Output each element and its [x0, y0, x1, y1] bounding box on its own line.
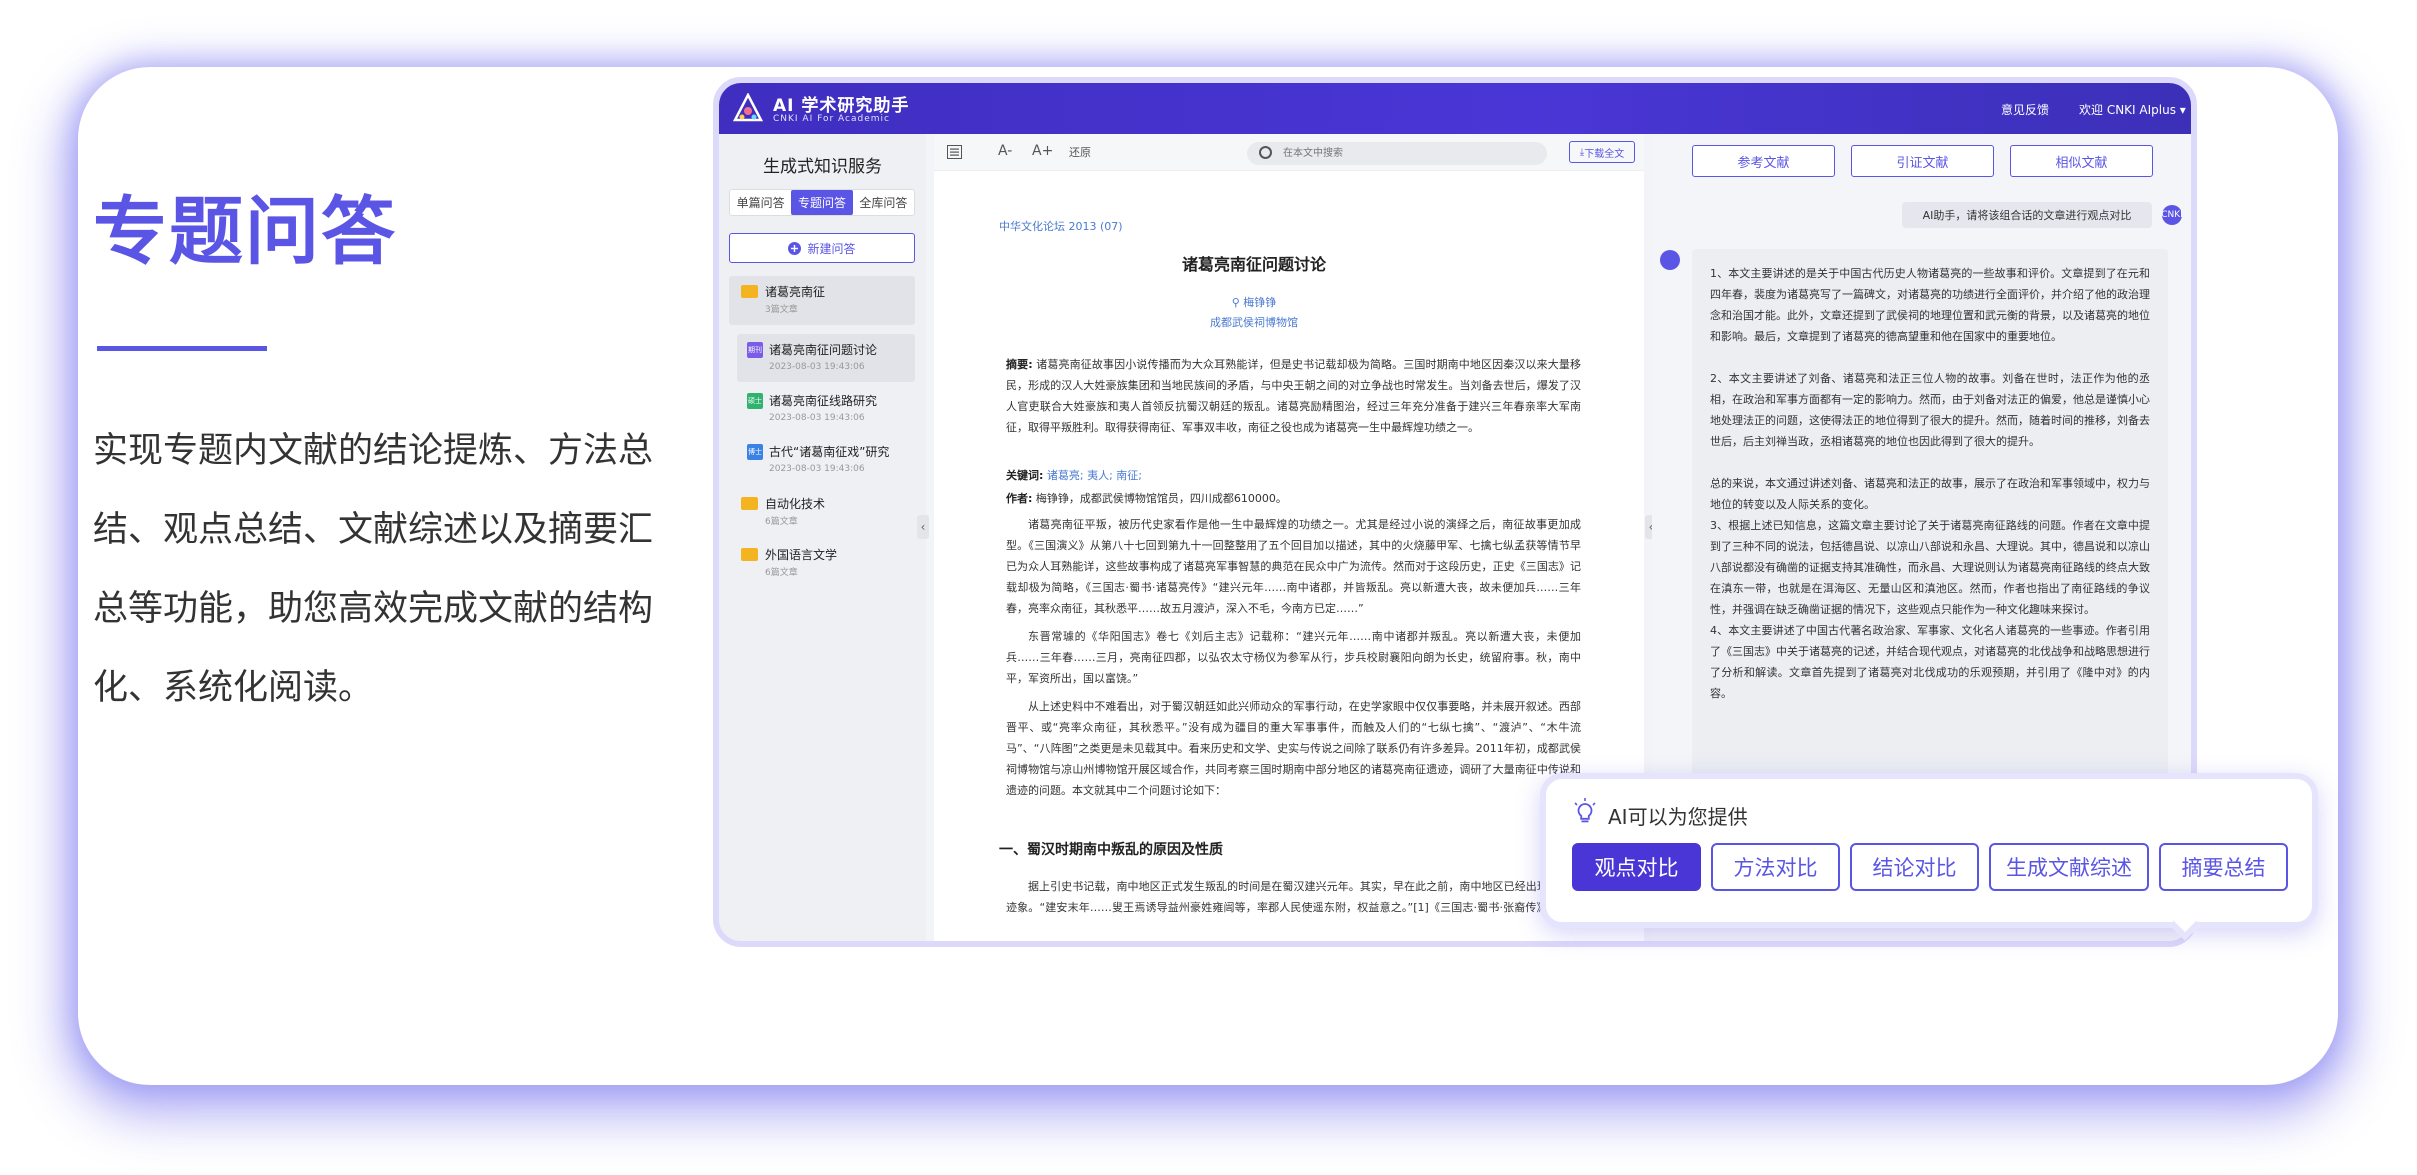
user-message: AI助手，请将该组合话的文章进行观点对比 [1902, 202, 2152, 228]
search-icon [1259, 146, 1272, 159]
new-qa-button[interactable]: 新建问答 [729, 233, 915, 263]
font-decrease-button[interactable]: A- [998, 143, 1012, 159]
feature-title: 专题问答 [93, 189, 397, 275]
body-paragraph: 从上述史料中不难看出，对于蜀汉朝廷如此兴师动众的军事行动，在史学家眼中仅仅事要略… [1006, 700, 1581, 797]
list-icon[interactable] [947, 145, 962, 159]
abstract: 摘要: 诸葛亮南征故事因小说传播而为大众耳熟能详，但是史书记载却极为简略。三国时… [1006, 354, 1581, 459]
folder-icon [741, 497, 758, 510]
body-paragraph: 东晋常璩的《华阳国志》卷七《刘后主志》记载称：“建兴元年……南中诸郡并叛乱。亮以… [1006, 630, 1581, 685]
feedback-link[interactable]: 意见反馈 [2001, 101, 2049, 118]
feature-description: 实现专题内文献的结论提炼、方法总结、观点总结、文献综述以及摘要汇总等功能，助您高… [93, 431, 654, 708]
lightbulb-icon [1574, 798, 1596, 823]
body-paragraph: 诸葛亮南征平叛，被历代史家看作是他一生中最辉煌的功绩之一。尤其是经过小说的演绎之… [1006, 518, 1581, 615]
keywords: 关键词: 诸葛亮; 夷人; 南征; [1006, 465, 1581, 486]
answer-paragraph: 4、本文主要讲述了中国古代著名政治家、军事家、文化名人诸葛亮的一些事迹。作者引用… [1710, 624, 2150, 700]
answer-paragraph: 3、根据上述已知信息，这篇文章主要讨论了关于诸葛亮南征路线的问题。作者在文章中提… [1710, 519, 2150, 616]
document-item[interactable]: 硕士 诸葛亮南征线路研究 2023-08-03 19:43:06 [737, 385, 915, 433]
document-name: 诸葛亮南征问题讨论 [769, 343, 878, 357]
new-qa-label: 新建问答 [807, 241, 856, 256]
tab-single-qa[interactable]: 单篇问答 [730, 190, 791, 215]
journal-icon: 期刊 [747, 342, 763, 358]
answer-paragraph: 2、本文主要讲述了刘备、诸葛亮和法正三位人物的故事。刘备在世时，法正作为他的丞相… [1710, 372, 2150, 448]
document-title: 诸葛亮南征问题讨论 [1181, 255, 1326, 274]
folder-item[interactable]: 外国语言文学 6篇文章 [729, 539, 915, 588]
conclusion-compare-button[interactable]: 结论对比 [1850, 843, 1979, 891]
download-button[interactable]: ⤓ 下载全文 [1569, 141, 1635, 163]
font-increase-button[interactable]: A+ [1032, 143, 1053, 159]
folder-icon [741, 285, 758, 298]
document-time: 2023-08-03 19:43:06 [769, 464, 865, 474]
collapse-sidebar-button[interactable]: ‹ [917, 515, 929, 539]
section-heading: 一、蜀汉时期南中叛乱的原因及性质 [999, 842, 1223, 858]
author-info-text: 梅铮铮，成都武侯博物馆馆员，四川成都610000。 [1035, 492, 1287, 505]
document-time: 2023-08-03 19:43:06 [769, 362, 865, 372]
document-institution[interactable]: 成都武侯祠博物馆 [934, 314, 1574, 330]
literature-review-button[interactable]: 生成文献综述 [1989, 843, 2149, 891]
author-name: 梅铮铮 [1243, 296, 1277, 309]
reader-toolbar: A- A+ 还原 ⤓ 下载全文 [934, 134, 1644, 171]
document-search-input[interactable] [1283, 145, 1533, 162]
abstract-text: 诸葛亮南征故事因小说传播而为大众耳熟能详，但是史书记载却极为简略。三国时期南中地… [1006, 358, 1581, 434]
download-label: 下载全文 [1584, 148, 1625, 160]
folder-count: 3篇文章 [765, 305, 798, 315]
tab-library-qa[interactable]: 全库问答 [853, 190, 914, 215]
author-info: 作者: 梅铮铮，成都武侯博物馆馆员，四川成都610000。 [1006, 488, 1581, 509]
keywords-label: 关键词: [1006, 469, 1044, 482]
document-time: 2023-08-03 19:43:06 [769, 413, 865, 423]
keywords-text[interactable]: 诸葛亮; 夷人; 南征; [1047, 469, 1142, 482]
ai-avatar [1660, 250, 1680, 270]
opinion-compare-button[interactable]: 观点对比 [1572, 843, 1701, 891]
document-item[interactable]: 期刊 诸葛亮南征问题讨论 2023-08-03 19:43:06 [737, 334, 915, 382]
document-name: 诸葛亮南征线路研究 [769, 394, 878, 408]
folder-name: 自动化技术 [765, 497, 826, 511]
citations-button[interactable]: 引证文献 [1851, 145, 1994, 177]
references-button[interactable]: 参考文献 [1692, 145, 1835, 177]
plus-circle-icon [788, 241, 802, 255]
dissertation-icon: 博士 [747, 444, 763, 460]
title-underline [97, 346, 267, 351]
chevron-left-icon: ‹ [920, 520, 926, 534]
user-avatar: CNKI [2161, 205, 2183, 225]
popup-title: AI可以为您提供 [1608, 805, 1748, 829]
document-name: 古代“诸葛南征戏”研究 [769, 445, 890, 459]
folder-count: 6篇文章 [765, 517, 798, 527]
document-source[interactable]: 中华文化论坛 2013 (07) [999, 218, 1123, 234]
restore-button[interactable]: 还原 [1069, 144, 1091, 160]
author-info-label: 作者: [1006, 492, 1033, 505]
top-bar: AI 学术研究助手 CNKI AI For Academic 意见反馈 欢迎 C… [719, 83, 2191, 134]
thesis-icon: 硕士 [747, 393, 763, 409]
brand-subtitle: CNKI AI For Academic [773, 114, 890, 124]
body-paragraph: 据上引史书记载，南中地区正式发生叛乱的时间是在蜀汉建兴元年。其实，早在此之前，南… [1006, 880, 1581, 914]
abstract-summary-button[interactable]: 摘要总结 [2159, 843, 2288, 891]
document-author[interactable]: ⚲ 梅铮铮 [934, 294, 1574, 310]
document-reader: A- A+ 还原 ⤓ 下载全文 中华文化论坛 2013 (07) 诸葛亮南征问题… [934, 134, 1856, 941]
sidebar-title: 生成式知识服务 [763, 157, 882, 177]
folder-name: 诸葛亮南征 [765, 285, 826, 299]
method-compare-button[interactable]: 方法对比 [1711, 843, 1840, 891]
answer-paragraph: 总的来说，本文通过讲述刘备、诸葛亮和法正的故事，展示了在政治和军事领域中，权力与… [1710, 477, 2150, 511]
user-menu[interactable]: 欢迎 CNKI AIplus ▾ [2079, 101, 2186, 118]
answer-paragraph: 1、本文主要讲述的是关于中国古代历史人物诸葛亮的一些故事和评价。文章提到了在元和… [1710, 267, 2150, 343]
folder-item[interactable]: 自动化技术 6篇文章 [729, 488, 915, 537]
logo-icon [733, 93, 763, 122]
ai-answer: 1、本文主要讲述的是关于中国古代历史人物诸葛亮的一些故事和评价。文章提到了在元和… [1692, 249, 2168, 824]
folder-count: 6篇文章 [765, 568, 798, 578]
document-search [1247, 142, 1547, 165]
author-icon: ⚲ [1231, 296, 1244, 309]
ai-suggestions-popup: AI可以为您提供 观点对比 方法对比 结论对比 生成文献综述 摘要总结 [1540, 773, 2318, 941]
folder-icon [741, 548, 758, 561]
document-item[interactable]: 博士 古代“诸葛南征戏”研究 2023-08-03 19:43:06 [737, 436, 915, 484]
sidebar: 生成式知识服务 单篇问答 专题问答 全库问答 新建问答 诸葛亮南征 3篇文章 期… [719, 134, 926, 941]
brand-name: AI 学术研究助手 [773, 96, 910, 116]
similar-docs-button[interactable]: 相似文献 [2010, 145, 2153, 177]
qa-mode-tabs: 单篇问答 专题问答 全库问答 [729, 189, 915, 216]
abstract-label: 摘要: [1006, 358, 1033, 371]
folder-name: 外国语言文学 [765, 548, 838, 562]
folder-item[interactable]: 诸葛亮南征 3篇文章 [729, 276, 915, 325]
tab-topic-qa[interactable]: 专题问答 [791, 190, 853, 215]
